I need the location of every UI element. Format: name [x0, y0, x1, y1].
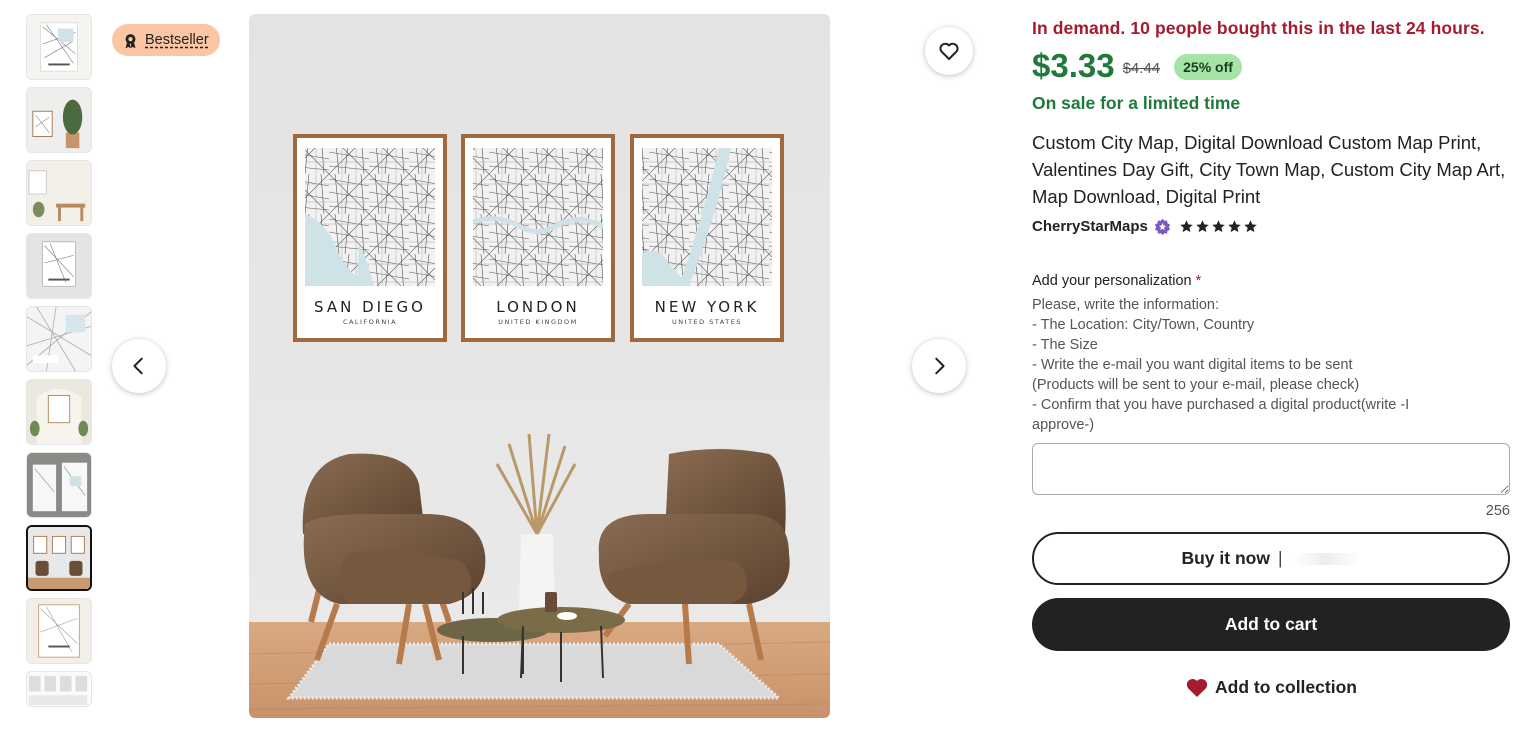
listing-title: Custom City Map, Digital Download Custom… [1032, 132, 1506, 207]
instruction-line: - Write the e-mail you want digital item… [1032, 357, 1353, 373]
frame-title: NEW YORK [655, 298, 760, 316]
original-price: $4.44 [1122, 59, 1161, 77]
map-frame-san-diego: SAN DIEGO CALIFORNIA [293, 134, 447, 342]
star-icon [1244, 220, 1257, 233]
main-product-image[interactable]: SAN DIEGO CALIFORNIA LONDON UNITED KINGD… [249, 14, 830, 718]
demand-notice: In demand. 10 people bought this in the … [1032, 18, 1485, 38]
next-image-button[interactable] [912, 339, 966, 393]
add-to-cart-button[interactable]: Add to cart [1032, 598, 1510, 651]
favorite-button[interactable] [925, 27, 973, 75]
frame-subtitle: UNITED KINGDOM [498, 318, 578, 326]
price-row: $3.33 $4.44 25% off [1032, 47, 1512, 85]
instruction-line: (Products will be sent to your e-mail, p… [1032, 377, 1360, 393]
frame-subtitle: CALIFORNIA [343, 318, 397, 326]
frame-title: SAN DIEGO [314, 298, 426, 316]
bestseller-badge[interactable]: Bestseller [112, 24, 220, 56]
frame-title: LONDON [496, 298, 579, 316]
thumbnail[interactable] [26, 14, 92, 80]
shop-name-link[interactable]: CherryStarMaps [1032, 218, 1148, 235]
heart-filled-icon [1186, 678, 1208, 697]
required-marker: * [1195, 273, 1202, 289]
previous-image-button[interactable] [112, 339, 166, 393]
star-icon [1180, 220, 1193, 233]
heart-outline-icon [939, 42, 959, 60]
chevron-right-icon [935, 357, 945, 375]
sale-note: On sale for a limited time [1032, 93, 1241, 113]
add-to-collection-label: Add to collection [1215, 676, 1357, 697]
personalization-textarea[interactable] [1032, 443, 1510, 495]
thumbnail[interactable] [26, 87, 92, 153]
thumbnail[interactable] [26, 233, 92, 299]
shop-row: CherryStarMaps [1032, 218, 1512, 235]
thumbnail-active[interactable] [26, 525, 92, 591]
thumbnail[interactable] [26, 598, 92, 664]
chevron-left-icon [133, 357, 143, 375]
thumbnail[interactable] [26, 379, 92, 445]
instruction-line: approve-) [1032, 417, 1095, 433]
star-icon [1212, 220, 1225, 233]
character-counter: 256 [1485, 503, 1510, 519]
instruction-line: - Confirm that you have purchased a digi… [1032, 397, 1410, 413]
award-icon [125, 33, 136, 48]
thumbnail-strip [26, 14, 94, 714]
buy-it-now-button[interactable]: Buy it now | [1032, 532, 1510, 585]
buy-it-now-separator: | [1277, 548, 1283, 568]
instruction-line: Please, write the information: [1032, 297, 1219, 313]
thumbnail[interactable] [26, 452, 92, 518]
thumbnail[interactable] [26, 671, 92, 707]
add-to-cart-label: Add to cart [1224, 614, 1318, 634]
sale-price: $3.33 [1032, 47, 1115, 84]
map-frame-new-york: NEW YORK UNITED STATES [630, 134, 784, 342]
instruction-line: - The Size [1032, 337, 1098, 353]
listing-panel: In demand. 10 people bought this in the … [1032, 18, 1512, 698]
personalization-instructions: Please, write the information: - The Loc… [1032, 295, 1512, 435]
star-seller-icon [1154, 218, 1170, 235]
instruction-line: - The Location: City/Town, Country [1032, 317, 1255, 333]
add-to-collection-button[interactable]: Add to collection [1032, 676, 1510, 698]
star-icon [1228, 220, 1241, 233]
personalization-label-text: Add your personalization [1032, 273, 1192, 289]
thumbnail[interactable] [26, 306, 92, 372]
discount-badge: 25% off [1174, 54, 1242, 80]
bestseller-label: Bestseller [145, 32, 209, 48]
rating-stars[interactable] [1179, 219, 1258, 234]
product-photo: SAN DIEGO CALIFORNIA LONDON UNITED KINGD… [249, 14, 830, 718]
payment-method-placeholder [1290, 552, 1361, 565]
frame-subtitle: UNITED STATES [672, 318, 742, 326]
thumbnail[interactable] [26, 160, 92, 226]
star-icon [1196, 220, 1209, 233]
buy-it-now-label: Buy it now [1181, 548, 1270, 568]
map-frame-london: LONDON UNITED KINGDOM [461, 134, 615, 342]
personalization-label: Add your personalization * [1032, 273, 1512, 289]
